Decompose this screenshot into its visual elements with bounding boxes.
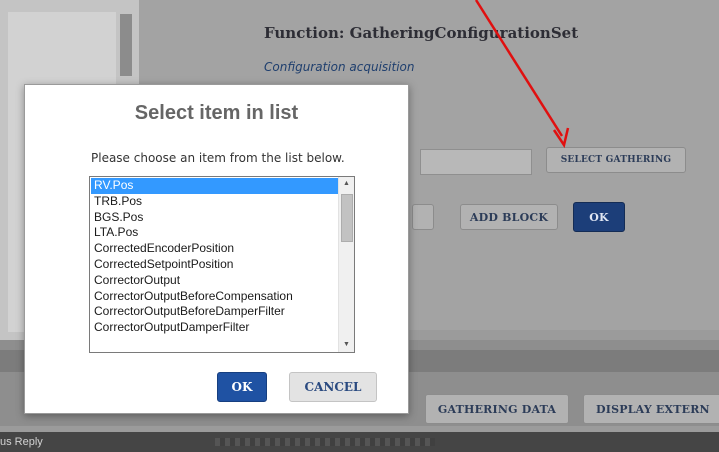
add-block-button[interactable]: ADD BLOCK [460,204,558,230]
list-item[interactable]: CorrectedSetpointPosition [91,257,339,273]
listbox-scrollbar[interactable]: ▲ ▼ [338,177,354,352]
list-item[interactable]: LTA.Pos [91,225,339,241]
list-item[interactable]: TRB.Pos [91,194,339,210]
select-item-dialog: Select item in list Please choose an ite… [24,84,409,414]
ok-button[interactable]: OK [217,372,267,402]
status-bar: us Reply [0,432,719,452]
left-panel-scrollbar[interactable] [120,14,132,76]
cancel-button[interactable]: CANCEL [289,372,377,402]
hidden-button[interactable] [412,204,434,230]
dialog-title: Select item in list [134,102,299,124]
display-external-button[interactable]: DISPLAY EXTERN [583,394,719,424]
chevron-down-icon[interactable]: ▼ [339,338,354,352]
status-decoration [215,438,435,446]
item-listbox[interactable]: RV.Pos TRB.Pos BGS.Pos LTA.Pos Corrected… [89,176,355,353]
background-ok-button[interactable]: OK [573,202,625,232]
function-title: Function: GatheringConfigurationSet [264,24,579,42]
list-item[interactable]: CorrectedEncoderPosition [91,241,339,257]
list-item[interactable]: BGS.Pos [91,210,339,226]
list-items: RV.Pos TRB.Pos BGS.Pos LTA.Pos Corrected… [91,178,339,336]
dialog-prompt: Please choose an item from the list belo… [91,151,345,165]
chevron-up-icon[interactable]: ▲ [339,177,354,191]
gathering-field[interactable] [420,149,532,175]
list-item[interactable]: RV.Pos [91,178,339,194]
list-item[interactable]: CorrectorOutputBeforeDamperFilter [91,304,339,320]
gathering-data-button[interactable]: GATHERING DATA [425,394,569,424]
list-item[interactable]: CorrectorOutputDamperFilter [91,320,339,336]
status-text: us Reply [0,436,43,448]
select-gathering-button[interactable]: SELECT GATHERING [546,147,686,173]
scroll-thumb[interactable] [341,194,353,242]
list-item[interactable]: CorrectorOutputBeforeCompensation [91,289,339,305]
function-subtitle: Configuration acquisition [264,60,415,74]
list-item[interactable]: CorrectorOutput [91,273,339,289]
